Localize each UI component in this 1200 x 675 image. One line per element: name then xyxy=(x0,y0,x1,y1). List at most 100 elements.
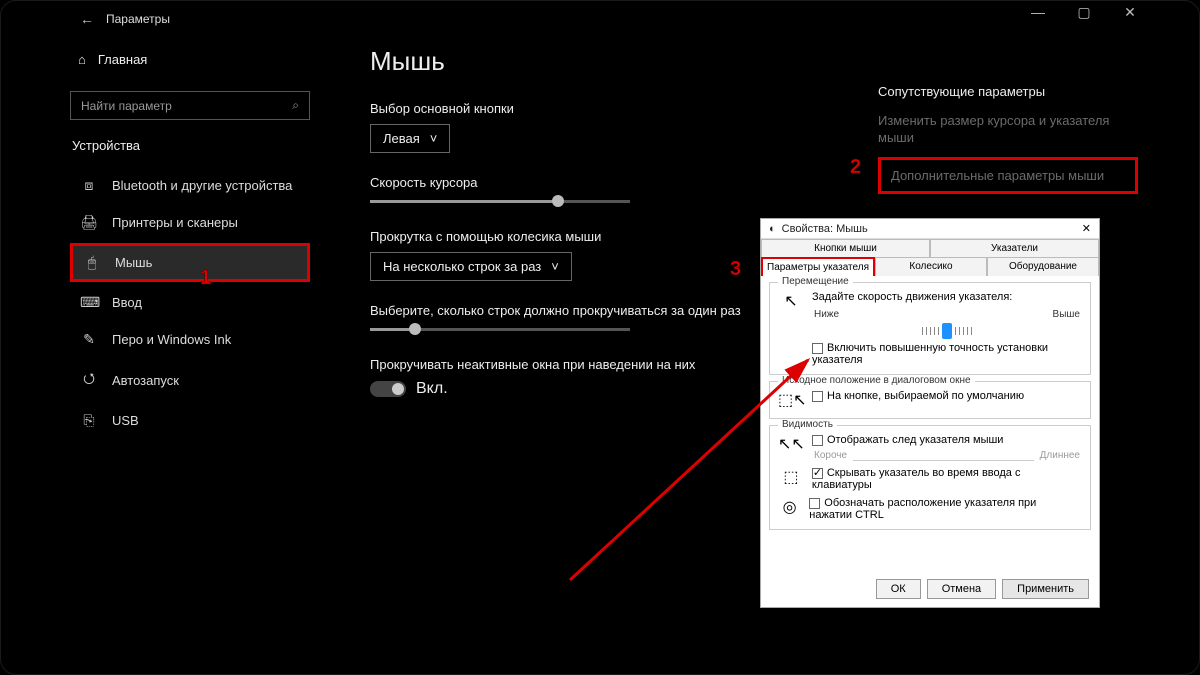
chevron-down-icon: ˅ xyxy=(551,259,559,274)
related-link-cursor-size[interactable]: Изменить размер курсора и указателя мыши xyxy=(878,113,1138,147)
cursor-icon: ↖ xyxy=(778,291,804,311)
window-title: Параметры xyxy=(106,12,170,26)
sidebar-item-usb[interactable]: ⎘ USB xyxy=(70,404,310,437)
callout-1: 1 xyxy=(200,267,211,290)
usb-icon: ⎘ xyxy=(80,412,98,429)
tab-row-bottom: Параметры указателя Колесико Оборудовани… xyxy=(761,257,1099,276)
ok-button[interactable]: ОК xyxy=(876,579,921,599)
toggle-state: Вкл. xyxy=(416,380,448,398)
snap-label: На кнопке, выбираемой по умолчанию xyxy=(827,390,1024,402)
cursor-speed-label: Скорость курсора xyxy=(370,175,840,190)
tab-row-top: Кнопки мыши Указатели xyxy=(761,239,1099,257)
tab-hardware[interactable]: Оборудование xyxy=(987,257,1099,276)
window-controls: — ▢ ✕ xyxy=(1028,4,1140,21)
close-button[interactable]: ✕ xyxy=(1120,4,1140,21)
close-icon[interactable]: ✕ xyxy=(1082,222,1091,235)
search-placeholder: Найти параметр xyxy=(81,99,172,113)
mouse-icon: ◐ xyxy=(769,223,776,235)
trail-icon: ↖↖ xyxy=(778,434,804,454)
sidebar-item-printers[interactable]: 🖨 Принтеры и сканеры xyxy=(70,206,310,239)
cursor-speed-slider[interactable] xyxy=(370,200,630,203)
ctrl-label: Обозначать расположение указателя при на… xyxy=(809,497,1036,521)
slider-thumb[interactable] xyxy=(942,323,952,339)
hide-label: Скрывать указатель во время ввода с клав… xyxy=(812,467,1021,491)
fieldset-movement: Перемещение ↖ Задайте скорость движения … xyxy=(769,282,1091,375)
minimize-button[interactable]: — xyxy=(1028,4,1048,21)
legend-movement: Перемещение xyxy=(778,276,853,287)
sidebar-item-label: USB xyxy=(112,413,139,428)
dropdown-value: Левая xyxy=(383,131,420,146)
dialog-buttons: ОК Отмена Применить xyxy=(876,579,1089,599)
printer-icon: 🖨 xyxy=(80,214,98,231)
category-title: Устройства xyxy=(70,138,310,153)
checkbox-snap[interactable] xyxy=(812,391,823,402)
autoplay-icon: ⭯ xyxy=(80,368,98,392)
dialog-title: Свойства: Мышь xyxy=(782,223,868,235)
apply-button[interactable]: Применить xyxy=(1002,579,1089,599)
hide-icon: ⬚ xyxy=(778,467,804,487)
sidebar-item-autoplay[interactable]: ⭯ Автозапуск xyxy=(70,360,310,400)
checkbox-ctrl[interactable] xyxy=(809,498,820,509)
sidebar-item-typing[interactable]: ⌨ Ввод xyxy=(70,286,310,319)
cancel-button[interactable]: Отмена xyxy=(927,579,996,599)
trail-short: Короче xyxy=(814,450,847,461)
pen-icon: ✎ xyxy=(80,331,98,348)
home-label: Главная xyxy=(98,52,147,67)
trail-long: Длиннее xyxy=(1040,450,1080,461)
dialog-titlebar: ◐ Свойства: Мышь ✕ xyxy=(761,219,1099,239)
legend-snap: Исходное положение в диалоговом окне xyxy=(778,375,975,386)
primary-button-dropdown[interactable]: Левая ˅ xyxy=(370,124,450,153)
checkbox-hide[interactable] xyxy=(812,468,823,479)
sidebar-item-label: Автозапуск xyxy=(112,373,179,388)
trail-label: Отображать след указателя мыши xyxy=(827,434,1003,446)
checkbox-enhance-precision[interactable] xyxy=(812,343,823,354)
chevron-down-icon: ˅ xyxy=(430,131,438,146)
related-title: Сопутствующие параметры xyxy=(878,84,1138,99)
sidebar-item-mouse[interactable]: 🖱 Мышь xyxy=(70,243,310,282)
primary-button-label: Выбор основной кнопки xyxy=(370,101,840,116)
related-panel: Сопутствующие параметры Изменить размер … xyxy=(878,84,1138,194)
pointer-speed-slider[interactable]: Ниже Выше xyxy=(812,309,1082,340)
mouse-icon: 🖱 xyxy=(83,254,101,271)
sidebar-item-label: Перо и Windows Ink xyxy=(112,332,231,347)
checkbox-trail[interactable] xyxy=(812,435,823,446)
titlebar: ← Параметры xyxy=(0,4,1200,34)
fieldset-snap: Исходное положение в диалоговом окне ⬚↖ … xyxy=(769,381,1091,419)
dropdown-value: На несколько строк за раз xyxy=(383,259,541,274)
keyboard-icon: ⌨ xyxy=(80,294,98,311)
scroll-mode-dropdown[interactable]: На несколько строк за раз ˅ xyxy=(370,252,572,281)
sidebar-item-pen[interactable]: ✎ Перо и Windows Ink xyxy=(70,323,310,356)
sidebar-item-label: Мышь xyxy=(115,255,152,270)
tab-buttons[interactable]: Кнопки мыши xyxy=(761,239,930,257)
toggle-switch[interactable] xyxy=(370,381,406,397)
tab-wheel[interactable]: Колесико xyxy=(875,257,987,276)
search-input[interactable]: Найти параметр ⌕ xyxy=(70,91,310,120)
bluetooth-icon: ⧈ xyxy=(80,177,98,194)
page-title: Мышь xyxy=(370,46,840,77)
speed-slow: Ниже xyxy=(814,309,839,320)
sidebar-item-label: Принтеры и сканеры xyxy=(112,215,238,230)
legend-visibility: Видимость xyxy=(778,419,837,430)
speed-fast: Выше xyxy=(1053,309,1080,320)
fieldset-visibility: Видимость ↖↖ Отображать след указателя м… xyxy=(769,425,1091,530)
sidebar: ⌂ Главная Найти параметр ⌕ Устройства ⧈ … xyxy=(70,46,310,441)
sidebar-item-label: Bluetooth и другие устройства xyxy=(112,178,292,193)
ctrl-icon: ◎ xyxy=(778,497,801,517)
related-link-additional-mouse[interactable]: Дополнительные параметры мыши xyxy=(878,157,1138,194)
lines-slider[interactable] xyxy=(370,328,630,331)
back-icon[interactable]: ← xyxy=(80,11,94,27)
enhance-label: Включить повышенную точность установки у… xyxy=(812,342,1048,366)
speed-caption: Задайте скорость движения указателя: xyxy=(812,291,1082,303)
maximize-button[interactable]: ▢ xyxy=(1074,4,1094,21)
sidebar-item-bluetooth[interactable]: ⧈ Bluetooth и другие устройства xyxy=(70,169,310,202)
tab-pointers[interactable]: Указатели xyxy=(930,239,1099,257)
home-icon: ⌂ xyxy=(78,52,86,67)
sidebar-item-label: Ввод xyxy=(112,295,142,310)
snap-icon: ⬚↖ xyxy=(778,390,804,410)
mouse-properties-dialog: ◐ Свойства: Мышь ✕ Кнопки мыши Указатели… xyxy=(760,218,1100,608)
search-icon: ⌕ xyxy=(292,98,299,113)
tab-pointer-options[interactable]: Параметры указателя xyxy=(761,257,875,276)
sidebar-home[interactable]: ⌂ Главная xyxy=(70,46,310,73)
callout-2: 2 xyxy=(850,156,861,179)
callout-3: 3 xyxy=(730,258,741,281)
